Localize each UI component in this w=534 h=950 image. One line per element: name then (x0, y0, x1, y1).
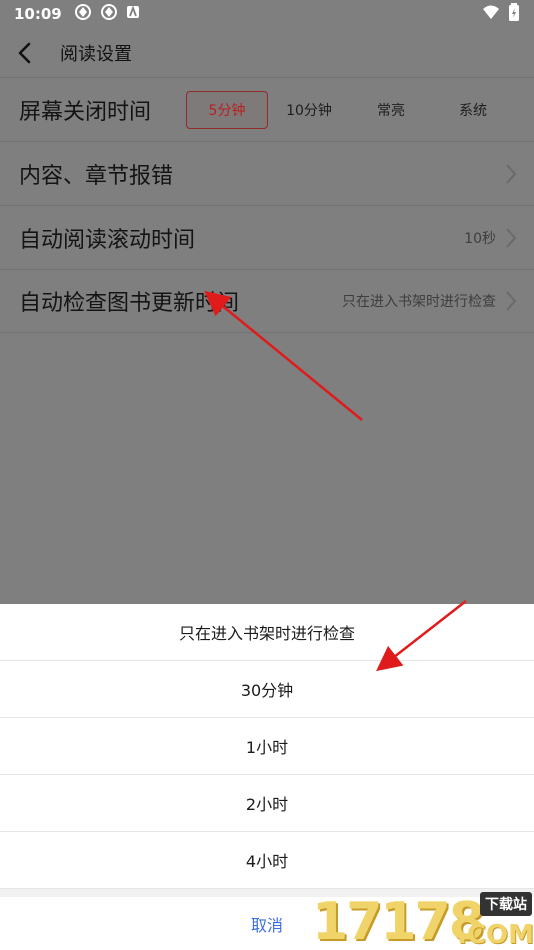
settings-page: 10:09 阅读设置 屏幕关闭时间 5分钟 10分钟 常亮 系统 内容、章节报错… (0, 0, 534, 604)
status-bar: 10:09 (0, 0, 534, 28)
update-check-value: 只在进入书架时进行检查 (342, 294, 496, 310)
screen-off-label: 屏幕关闭时间 (19, 100, 152, 125)
auto-scroll-value: 10秒 (464, 231, 496, 247)
chevron-left-icon (18, 42, 31, 63)
battery-icon (508, 3, 520, 25)
chevron-right-icon (500, 290, 522, 312)
sheet-divider (0, 889, 534, 897)
status-time: 10:09 (14, 5, 62, 23)
app-notification-icon (74, 3, 92, 25)
sheet-option-1h[interactable]: 1小时 (0, 718, 534, 775)
report-error-row[interactable]: 内容、章节报错 (0, 143, 534, 206)
app-badge-icon (126, 5, 140, 23)
chevron-right-icon (500, 163, 522, 185)
screen-off-option-system[interactable]: 系统 (432, 91, 514, 129)
screen-off-row: 屏幕关闭时间 5分钟 10分钟 常亮 系统 (0, 79, 534, 142)
screen-off-option-5min[interactable]: 5分钟 (186, 91, 268, 129)
toolbar: 阅读设置 (0, 28, 534, 78)
sheet-option-30min[interactable]: 30分钟 (0, 661, 534, 718)
screen-off-options: 5分钟 10分钟 常亮 系统 (186, 91, 534, 129)
sheet-option-on-shelf[interactable]: 只在进入书架时进行检查 (0, 604, 534, 661)
auto-scroll-row[interactable]: 自动阅读滚动时间 10秒 (0, 207, 534, 270)
chevron-right-icon (500, 227, 522, 249)
report-error-label: 内容、章节报错 (19, 164, 174, 189)
sheet-option-4h[interactable]: 4小时 (0, 832, 534, 889)
wifi-icon (482, 4, 500, 24)
update-check-label: 自动检查图书更新时间 (19, 291, 240, 316)
page-title: 阅读设置 (60, 43, 132, 65)
screen-off-option-10min[interactable]: 10分钟 (268, 91, 350, 129)
cancel-button[interactable]: 取消 (0, 897, 534, 950)
screen-off-option-always-on[interactable]: 常亮 (350, 91, 432, 129)
back-button[interactable] (2, 28, 48, 78)
sheet-option-2h[interactable]: 2小时 (0, 775, 534, 832)
update-interval-sheet: 只在进入书架时进行检查 30分钟 1小时 2小时 4小时 取消 (0, 604, 534, 950)
update-check-row[interactable]: 自动检查图书更新时间 只在进入书架时进行检查 (0, 270, 534, 333)
auto-scroll-label: 自动阅读滚动时间 (19, 228, 196, 253)
app-notification-icon (100, 3, 118, 25)
